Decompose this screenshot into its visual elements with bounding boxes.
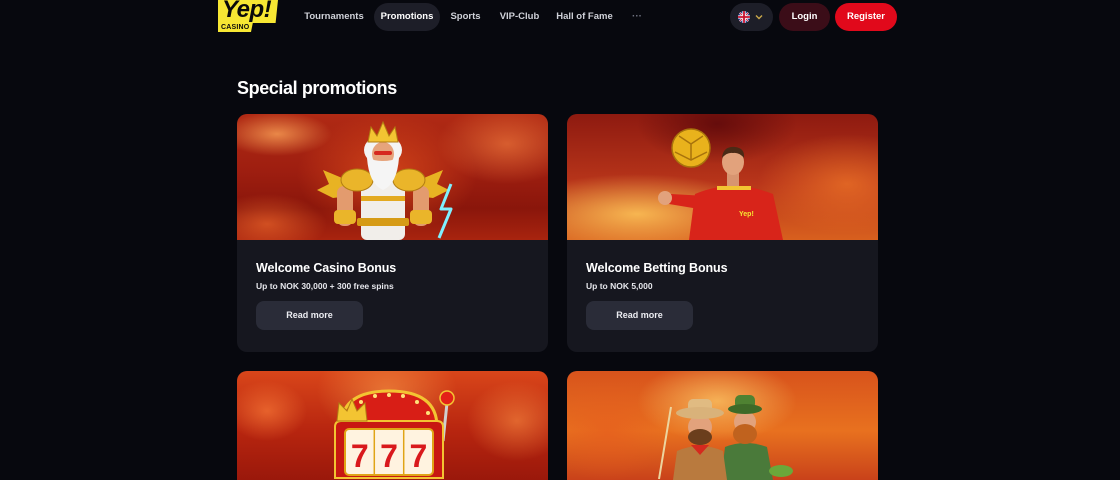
zeus-illustration — [317, 120, 453, 240]
zeus-chest-strap — [361, 196, 405, 201]
player-shirt-logo: Yep! — [739, 211, 754, 218]
register-button[interactable]: Register — [835, 3, 897, 31]
promotion-image: Yep! — [567, 114, 878, 240]
zeus-crown — [367, 120, 399, 143]
green-hat-brim — [728, 404, 762, 414]
cowboys-illustration — [658, 395, 793, 480]
player-shirt-stripe — [717, 186, 751, 190]
zeus-left-shoulder-armor — [340, 168, 374, 192]
read-more-button[interactable]: Read more — [586, 301, 693, 330]
slot-light — [401, 394, 405, 398]
zeus-eye-mask — [374, 151, 392, 155]
promotion-subtitle: Up to NOK 5,000 — [586, 281, 653, 291]
zeus-left-gauntlet — [334, 210, 356, 224]
football-player-illustration: Yep! — [658, 128, 783, 240]
zeus-right-shoulder-armor — [392, 168, 426, 192]
nav-sports[interactable]: Sports — [442, 3, 489, 31]
promotion-image — [237, 114, 548, 240]
promotion-card-betting: Yep! Welcome Betting Bonus Up to NOK 5,0… — [567, 114, 878, 352]
yep-casino-logo[interactable]: Yep! CASINO — [218, 0, 278, 32]
slot-light — [426, 411, 430, 415]
nav-more-button[interactable]: ··· — [625, 3, 649, 31]
more-dots-icon: ··· — [632, 11, 642, 22]
language-selector[interactable] — [730, 3, 773, 31]
promotion-image — [567, 371, 878, 480]
logo-subtext: CASINO — [221, 24, 250, 31]
cowboy-beard — [688, 429, 712, 445]
green-hat-character-body — [721, 443, 773, 480]
chevron-down-icon — [755, 14, 763, 20]
slot-machine-illustration: 777 — [334, 389, 455, 479]
slot-light — [359, 400, 363, 404]
login-button[interactable]: Login — [779, 3, 830, 31]
green-hat-character-beard — [733, 424, 757, 444]
promotion-card-slots: 777 — [237, 371, 548, 480]
read-more-button[interactable]: Read more — [256, 301, 363, 330]
chevron-path — [755, 15, 763, 20]
page-title: Special promotions — [237, 78, 397, 98]
cowboy-hat-brim — [676, 407, 724, 419]
player-hand — [658, 191, 672, 205]
nav-promotions[interactable]: Promotions — [374, 3, 440, 31]
promotion-image: 777 — [237, 371, 548, 480]
player-shirt — [689, 186, 783, 240]
uk-flag-icon — [738, 11, 750, 23]
zeus-right-gauntlet — [410, 210, 432, 224]
promotion-title: Welcome Casino Bonus — [256, 261, 397, 275]
promotion-subtitle: Up to NOK 30,000 + 300 free spins — [256, 281, 394, 291]
slot-light — [387, 393, 391, 397]
plant-leaves — [769, 465, 793, 477]
nav-tournaments[interactable]: Tournaments — [297, 3, 371, 31]
nav-hall-of-fame[interactable]: Hall of Fame — [549, 3, 620, 31]
slot-light — [373, 394, 377, 398]
promotion-title: Welcome Betting Bonus — [586, 261, 728, 275]
promotion-card-cowboys — [567, 371, 878, 480]
fishing-rod — [658, 406, 672, 480]
promotion-card-casino: Welcome Casino Bonus Up to NOK 30,000 + … — [237, 114, 548, 352]
zeus-belt — [357, 218, 409, 226]
slot-lever-knob — [439, 390, 455, 406]
nav-vip-club[interactable]: VIP-Club — [491, 3, 548, 31]
slot-reel-symbols: 777 — [351, 438, 439, 474]
chevron-graphic — [755, 15, 763, 20]
site-header: Yep! CASINO Tournaments Promotions Sport… — [0, 0, 1120, 34]
slot-light — [415, 400, 419, 404]
uk-flag-graphic — [738, 11, 750, 23]
logo-wordmark: Yep! — [222, 0, 272, 23]
